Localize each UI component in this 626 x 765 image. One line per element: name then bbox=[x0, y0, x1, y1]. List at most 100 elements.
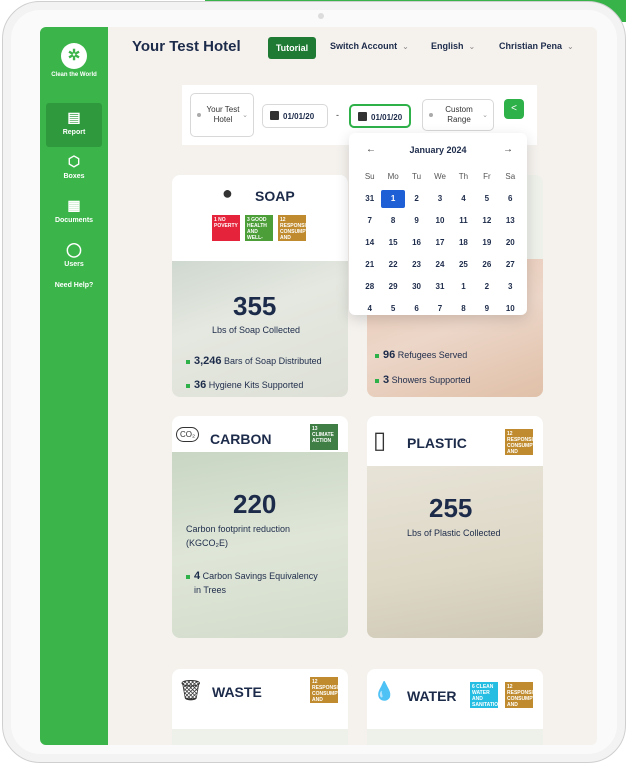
share-button[interactable]: < bbox=[504, 99, 524, 119]
hotel-select-value: Your Test Hotel bbox=[206, 105, 240, 124]
calendar-day[interactable]: 28 bbox=[358, 278, 381, 296]
plastic-title: PLASTIC bbox=[407, 435, 467, 451]
calendar-day[interactable]: 27 bbox=[499, 256, 522, 274]
range-select-value: Custom Range bbox=[445, 105, 473, 124]
hotel-select[interactable]: Your Test Hotel ⌄ bbox=[190, 93, 254, 137]
plastic-bottle-icon: ▯ bbox=[373, 427, 387, 454]
calendar-day[interactable]: 20 bbox=[499, 234, 522, 252]
start-date-field[interactable]: 01/01/20 bbox=[262, 104, 328, 128]
stat-label: Refugees Served bbox=[397, 350, 468, 360]
day-of-week-header: Fr bbox=[483, 172, 491, 181]
bullet-icon bbox=[375, 378, 379, 383]
soap-value: 355 bbox=[233, 291, 277, 321]
sdg-1-badge-icon: 1 NO POVERTY bbox=[212, 215, 240, 241]
switch-account-menu[interactable]: Switch Account ⌄ bbox=[330, 41, 409, 51]
stat-label: Showers Supported bbox=[391, 375, 471, 385]
switch-account-label: Switch Account bbox=[330, 41, 398, 51]
tutorial-button[interactable]: Tutorial bbox=[268, 37, 316, 59]
calendar-day[interactable]: 10 bbox=[499, 300, 522, 318]
calendar-day[interactable]: 18 bbox=[452, 234, 475, 252]
calendar-day[interactable]: 22 bbox=[381, 256, 404, 274]
bullet-icon bbox=[375, 353, 379, 358]
day-of-week-header: Th bbox=[458, 172, 469, 181]
sidebar-item-report[interactable]: ▤ Report bbox=[46, 103, 102, 147]
clean-the-world-logo-icon[interactable]: ✲ bbox=[61, 43, 87, 69]
sdg-6-badge-icon: 6 CLEAN WATER AND SANITATION bbox=[470, 682, 502, 708]
stat-value: 96 bbox=[383, 349, 396, 361]
calendar-day[interactable]: 9 bbox=[405, 212, 428, 230]
co2-icon: CO₂ bbox=[176, 427, 200, 442]
carbon-stat-trees-cont: in Trees bbox=[194, 585, 227, 595]
calendar-day[interactable]: 21 bbox=[358, 256, 381, 274]
need-help-link[interactable]: Need Help? bbox=[40, 282, 108, 289]
calendar-day[interactable]: 7 bbox=[428, 300, 451, 318]
calendar-day[interactable]: 2 bbox=[475, 278, 498, 296]
next-month-arrow-icon[interactable]: → bbox=[503, 144, 513, 155]
header: Your Test Hotel Tutorial Switch Account ⌄… bbox=[108, 27, 597, 71]
soap-stat-kits: 36 Hygiene Kits Supported bbox=[186, 379, 303, 391]
sidebar-item-users[interactable]: ◯ Users bbox=[46, 235, 102, 279]
stat-value: 4 bbox=[194, 570, 201, 582]
end-date-field[interactable]: 01/01/20 bbox=[349, 104, 411, 128]
user-menu[interactable]: Christian Pena ⌄ bbox=[499, 41, 574, 51]
date-range-separator: - bbox=[336, 110, 339, 120]
sdg-12-badge-icon: 12 RESPONSIBLE CONSUMPTION AND PRODUCTIO… bbox=[505, 682, 543, 714]
sidebar-item-boxes[interactable]: ⬡ Boxes bbox=[46, 147, 102, 191]
calendar-day[interactable]: 3 bbox=[499, 278, 522, 296]
calendar-day[interactable]: 1 bbox=[452, 278, 475, 296]
calendar-day[interactable]: 26 bbox=[475, 256, 498, 274]
calendar-day[interactable]: 15 bbox=[381, 234, 404, 252]
calendar-day[interactable]: 13 bbox=[499, 212, 522, 230]
calendar-day[interactable]: 23 bbox=[405, 256, 428, 274]
calendar-day[interactable]: 25 bbox=[452, 256, 475, 274]
sdg-3-badge-icon: 3 GOOD HEALTH AND WELL-BEING bbox=[245, 215, 273, 247]
calendar-day[interactable]: 11 bbox=[452, 212, 475, 230]
calendar-day[interactable]: 8 bbox=[452, 300, 475, 318]
bullet-icon bbox=[186, 383, 190, 388]
calendar-day[interactable]: 16 bbox=[405, 234, 428, 252]
calendar-day[interactable]: 2 bbox=[405, 190, 428, 208]
calendar-day[interactable]: 5 bbox=[381, 300, 404, 318]
calendar-day[interactable]: 14 bbox=[358, 234, 381, 252]
carbon-title: CARBON bbox=[210, 431, 272, 447]
day-of-week-header: Su bbox=[364, 172, 375, 181]
soap-card: ● SOAP 1 NO POVERTY 3 GOOD HEALTH AND WE… bbox=[172, 175, 348, 397]
refugees-stat: 96 Refugees Served bbox=[375, 349, 467, 361]
bullet-icon bbox=[186, 574, 190, 579]
sidebar-item-label: Report bbox=[62, 129, 86, 136]
calendar-day[interactable]: 30 bbox=[405, 278, 428, 296]
range-select[interactable]: Custom Range ⌄ bbox=[422, 99, 494, 131]
calendar-day[interactable]: 8 bbox=[381, 212, 404, 230]
calendar-day[interactable]: 17 bbox=[428, 234, 451, 252]
calendar-day[interactable]: 7 bbox=[358, 212, 381, 230]
sdg-13-badge-icon: 13 CLIMATE ACTION bbox=[310, 424, 338, 450]
calendar-day[interactable]: 4 bbox=[452, 190, 475, 208]
carbon-caption-unit: (KGCO₂E) bbox=[186, 538, 228, 548]
logo-text: Clean the World bbox=[51, 72, 97, 78]
stat-label: Carbon Savings Equivalency bbox=[202, 571, 318, 581]
calendar-day[interactable]: 31 bbox=[428, 278, 451, 296]
calendar-day[interactable]: 10 bbox=[428, 212, 451, 230]
chevron-down-icon: ⌄ bbox=[567, 42, 574, 51]
calendar-day[interactable]: 5 bbox=[475, 190, 498, 208]
calendar-day[interactable]: 12 bbox=[475, 212, 498, 230]
language-label: English bbox=[431, 41, 464, 51]
language-menu[interactable]: English ⌄ bbox=[431, 41, 475, 51]
calendar-day[interactable]: 4 bbox=[358, 300, 381, 318]
calendar-day[interactable]: 19 bbox=[475, 234, 498, 252]
calendar-day[interactable]: 24 bbox=[428, 256, 451, 274]
bullet-icon bbox=[186, 359, 190, 364]
calendar-day[interactable]: 9 bbox=[475, 300, 498, 318]
calendar-day[interactable]: 6 bbox=[499, 190, 522, 208]
select-indicator-icon bbox=[429, 113, 433, 117]
calendar-day[interactable]: 3 bbox=[428, 190, 451, 208]
stat-label: Hygiene Kits Supported bbox=[208, 380, 304, 390]
calendar-day[interactable]: 6 bbox=[405, 300, 428, 318]
calendar-day[interactable]: 1 bbox=[381, 190, 405, 208]
plastic-card: ▯ PLASTIC 12 RESPONSIBLE CONSUMPTION AND… bbox=[367, 416, 543, 638]
calendar-day[interactable]: 31 bbox=[358, 190, 381, 208]
sidebar-item-documents[interactable]: ▦ Documents bbox=[46, 191, 102, 235]
calendar-grid: Su Mo Tu We Th Fr Sa 31 1 2 3 4 5 6 7 8 9 10 11 12 13 14 15 16 1… bbox=[358, 168, 522, 318]
day-of-week-header: We bbox=[434, 172, 446, 181]
calendar-day[interactable]: 29 bbox=[381, 278, 404, 296]
